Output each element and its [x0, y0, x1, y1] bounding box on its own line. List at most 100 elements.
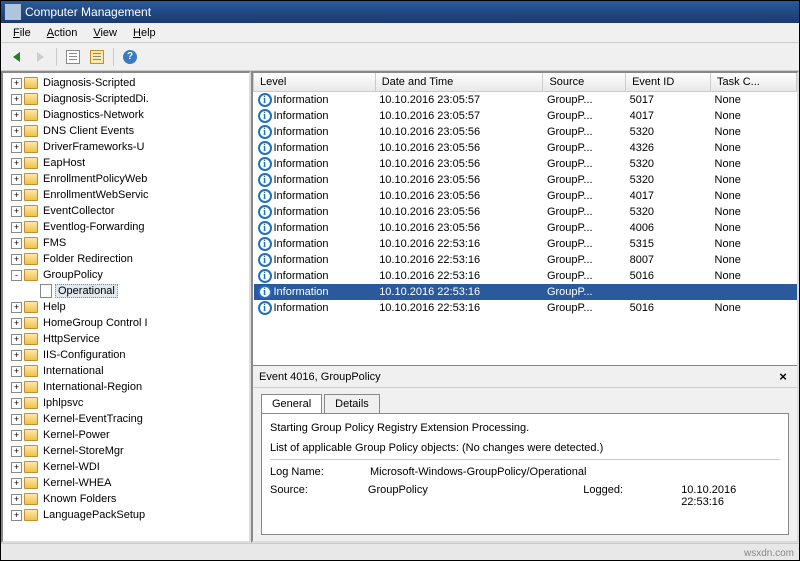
- tree-label[interactable]: HomeGroup Control I: [41, 317, 150, 329]
- tree-label[interactable]: DriverFrameworks-U: [41, 141, 146, 153]
- expand-icon[interactable]: +: [11, 206, 22, 217]
- expand-icon[interactable]: +: [11, 494, 22, 505]
- tab-general[interactable]: General: [261, 394, 322, 413]
- tree-node[interactable]: + EventCollector: [5, 203, 247, 219]
- tree-node[interactable]: + EnrollmentPolicyWeb: [5, 171, 247, 187]
- tree-label[interactable]: EapHost: [41, 157, 87, 169]
- tree-node[interactable]: + FMS: [5, 235, 247, 251]
- tree-label[interactable]: Kernel-Power: [41, 429, 112, 441]
- tree-node[interactable]: + Kernel-StoreMgr: [5, 443, 247, 459]
- tree-node[interactable]: +HomeGroup Control I: [5, 315, 247, 331]
- expand-icon[interactable]: +: [11, 142, 22, 153]
- col-eventid[interactable]: Event ID: [626, 73, 711, 92]
- expand-icon[interactable]: +: [11, 446, 22, 457]
- expand-icon[interactable]: +: [11, 222, 22, 233]
- expand-icon[interactable]: +: [11, 126, 22, 137]
- tree-node[interactable]: + Known Folders: [5, 491, 247, 507]
- expand-icon[interactable]: +: [11, 478, 22, 489]
- tree-label[interactable]: Known Folders: [41, 493, 118, 505]
- tree-label[interactable]: LanguagePackSetup: [41, 509, 147, 521]
- expand-icon[interactable]: +: [11, 238, 22, 249]
- expand-icon[interactable]: +: [11, 462, 22, 473]
- expand-icon[interactable]: +: [11, 366, 22, 377]
- table-row[interactable]: iInformation10.10.2016 22:53:16GroupP...…: [254, 268, 797, 284]
- table-row[interactable]: iInformation10.10.2016 23:05:57GroupP...…: [254, 92, 797, 109]
- tree-label[interactable]: International-Region: [41, 381, 144, 393]
- tree-node[interactable]: +Folder Redirection: [5, 251, 247, 267]
- expand-icon[interactable]: +: [11, 190, 22, 201]
- tree-label[interactable]: EventCollector: [41, 205, 117, 217]
- table-row[interactable]: iInformation10.10.2016 23:05:56GroupP...…: [254, 220, 797, 236]
- col-date[interactable]: Date and Time: [375, 73, 543, 92]
- tree-node[interactable]: + Kernel-Power: [5, 427, 247, 443]
- table-row[interactable]: iInformation10.10.2016 22:53:16GroupP...…: [254, 236, 797, 252]
- expand-icon[interactable]: +: [11, 94, 22, 105]
- expand-icon[interactable]: +: [11, 430, 22, 441]
- table-row[interactable]: iInformation10.10.2016 22:53:16GroupP...: [254, 284, 797, 300]
- menu-action[interactable]: Action: [39, 25, 86, 41]
- tree-label[interactable]: EnrollmentWebServic: [41, 189, 151, 201]
- tree-label[interactable]: Kernel-WDI: [41, 461, 102, 473]
- forward-button[interactable]: [29, 46, 51, 68]
- tree-label[interactable]: Kernel-EventTracing: [41, 413, 145, 425]
- expand-icon[interactable]: +: [11, 78, 22, 89]
- tree-node[interactable]: + Kernel-WDI: [5, 459, 247, 475]
- tree-node[interactable]: + International-Region: [5, 379, 247, 395]
- tree-label[interactable]: Diagnostics-Network: [41, 109, 146, 121]
- table-row[interactable]: iInformation10.10.2016 23:05:56GroupP...…: [254, 204, 797, 220]
- col-level[interactable]: Level: [254, 73, 376, 92]
- properties-button[interactable]: [62, 46, 84, 68]
- tree-node[interactable]: +HttpService: [5, 331, 247, 347]
- tree-label[interactable]: Help: [41, 301, 68, 313]
- tree-node[interactable]: + Iphlpsvc: [5, 395, 247, 411]
- tree-node[interactable]: - GroupPolicy: [5, 267, 247, 283]
- tree-label[interactable]: Operational: [55, 284, 118, 298]
- help-button[interactable]: ?: [119, 46, 141, 68]
- close-icon[interactable]: ×: [775, 369, 791, 385]
- tree-node[interactable]: + Diagnosis-Scripted: [5, 75, 247, 91]
- table-row[interactable]: iInformation10.10.2016 23:05:57GroupP...…: [254, 108, 797, 124]
- table-row[interactable]: iInformation10.10.2016 23:05:56GroupP...…: [254, 124, 797, 140]
- tree-node[interactable]: + EnrollmentWebServic: [5, 187, 247, 203]
- tree-node[interactable]: + DNS Client Events: [5, 123, 247, 139]
- tree-node[interactable]: + Eventlog-Forwarding: [5, 219, 247, 235]
- tree-node[interactable]: + Diagnosis-ScriptedDi.: [5, 91, 247, 107]
- expand-icon[interactable]: +: [11, 382, 22, 393]
- tree-node[interactable]: + Help: [5, 299, 247, 315]
- tree-label[interactable]: Diagnosis-ScriptedDi.: [41, 93, 151, 105]
- tree-label[interactable]: International: [41, 365, 106, 377]
- tree-node[interactable]: + Kernel-EventTracing: [5, 411, 247, 427]
- tree-label[interactable]: GroupPolicy: [41, 269, 105, 281]
- tree-label[interactable]: IIS-Configuration: [41, 349, 128, 361]
- col-source[interactable]: Source: [543, 73, 626, 92]
- tree-label[interactable]: FMS: [41, 237, 68, 249]
- tree-node[interactable]: + DriverFrameworks-U: [5, 139, 247, 155]
- tree-node[interactable]: + EapHost: [5, 155, 247, 171]
- back-button[interactable]: [5, 46, 27, 68]
- tree-label[interactable]: EnrollmentPolicyWeb: [41, 173, 149, 185]
- tree-label[interactable]: Eventlog-Forwarding: [41, 221, 147, 233]
- properties-button-2[interactable]: [86, 46, 108, 68]
- expand-icon[interactable]: +: [11, 174, 22, 185]
- tree-label[interactable]: Iphlpsvc: [41, 397, 85, 409]
- expand-icon[interactable]: +: [11, 398, 22, 409]
- expand-icon[interactable]: +: [11, 302, 22, 313]
- event-list[interactable]: Level Date and Time Source Event ID Task…: [253, 73, 797, 366]
- expand-icon[interactable]: +: [11, 350, 22, 361]
- table-row[interactable]: iInformation10.10.2016 23:05:56GroupP...…: [254, 140, 797, 156]
- expand-icon[interactable]: +: [11, 110, 22, 121]
- bottom-scrollbar[interactable]: [1, 543, 799, 560]
- tree-node[interactable]: Operational: [5, 283, 247, 299]
- menu-file[interactable]: File: [5, 25, 39, 41]
- table-row[interactable]: iInformation10.10.2016 23:05:56GroupP...…: [254, 156, 797, 172]
- col-task[interactable]: Task C...: [711, 73, 797, 92]
- tree-label[interactable]: DNS Client Events: [41, 125, 136, 137]
- expand-icon[interactable]: -: [11, 270, 22, 281]
- tree-label[interactable]: Kernel-StoreMgr: [41, 445, 126, 457]
- expand-icon[interactable]: +: [11, 254, 22, 265]
- expand-icon[interactable]: +: [11, 510, 22, 521]
- table-row[interactable]: iInformation10.10.2016 23:05:56GroupP...…: [254, 172, 797, 188]
- expand-icon[interactable]: +: [11, 414, 22, 425]
- expand-icon[interactable]: +: [11, 158, 22, 169]
- tree-label[interactable]: Diagnosis-Scripted: [41, 77, 137, 89]
